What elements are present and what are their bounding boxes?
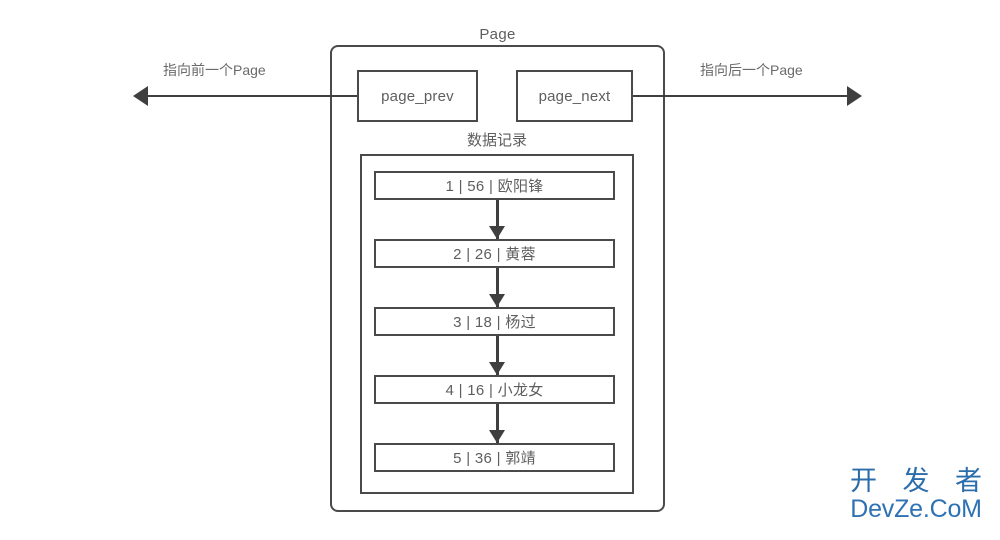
record-row: 4 | 16 | 小龙女 [374, 375, 615, 404]
record-row: 1 | 56 | 欧阳锋 [374, 171, 615, 200]
watermark-en-text: DevZe.CoM [850, 495, 982, 523]
records-title-label: 数据记录 [466, 132, 527, 149]
watermark-cn-text: 开 发 者 [849, 466, 991, 496]
next-arrow-head-icon [847, 86, 862, 106]
page-next-box: page_next [516, 70, 633, 122]
record-connector-arrow-icon [489, 226, 505, 239]
diagram-canvas: Page 指向前一个Page 指向后一个Page page_prev page_… [0, 0, 1000, 540]
watermark: 开 发 者 DevZe.CoM [838, 466, 994, 523]
prev-pointer-line [141, 95, 358, 97]
next-pointer-label: 指向后一个Page [700, 62, 803, 78]
record-connector-arrow-icon [489, 430, 505, 443]
record-row: 2 | 26 | 黄蓉 [374, 239, 615, 268]
record-connector-arrow-icon [489, 362, 505, 375]
record-row: 5 | 36 | 郭靖 [374, 443, 615, 472]
record-row: 3 | 18 | 杨过 [374, 307, 615, 336]
next-pointer-line [633, 95, 855, 97]
prev-pointer-label: 指向前一个Page [163, 62, 266, 78]
record-connector-arrow-icon [489, 294, 505, 307]
page-title-label: Page [479, 26, 516, 43]
page-prev-box: page_prev [357, 70, 478, 122]
